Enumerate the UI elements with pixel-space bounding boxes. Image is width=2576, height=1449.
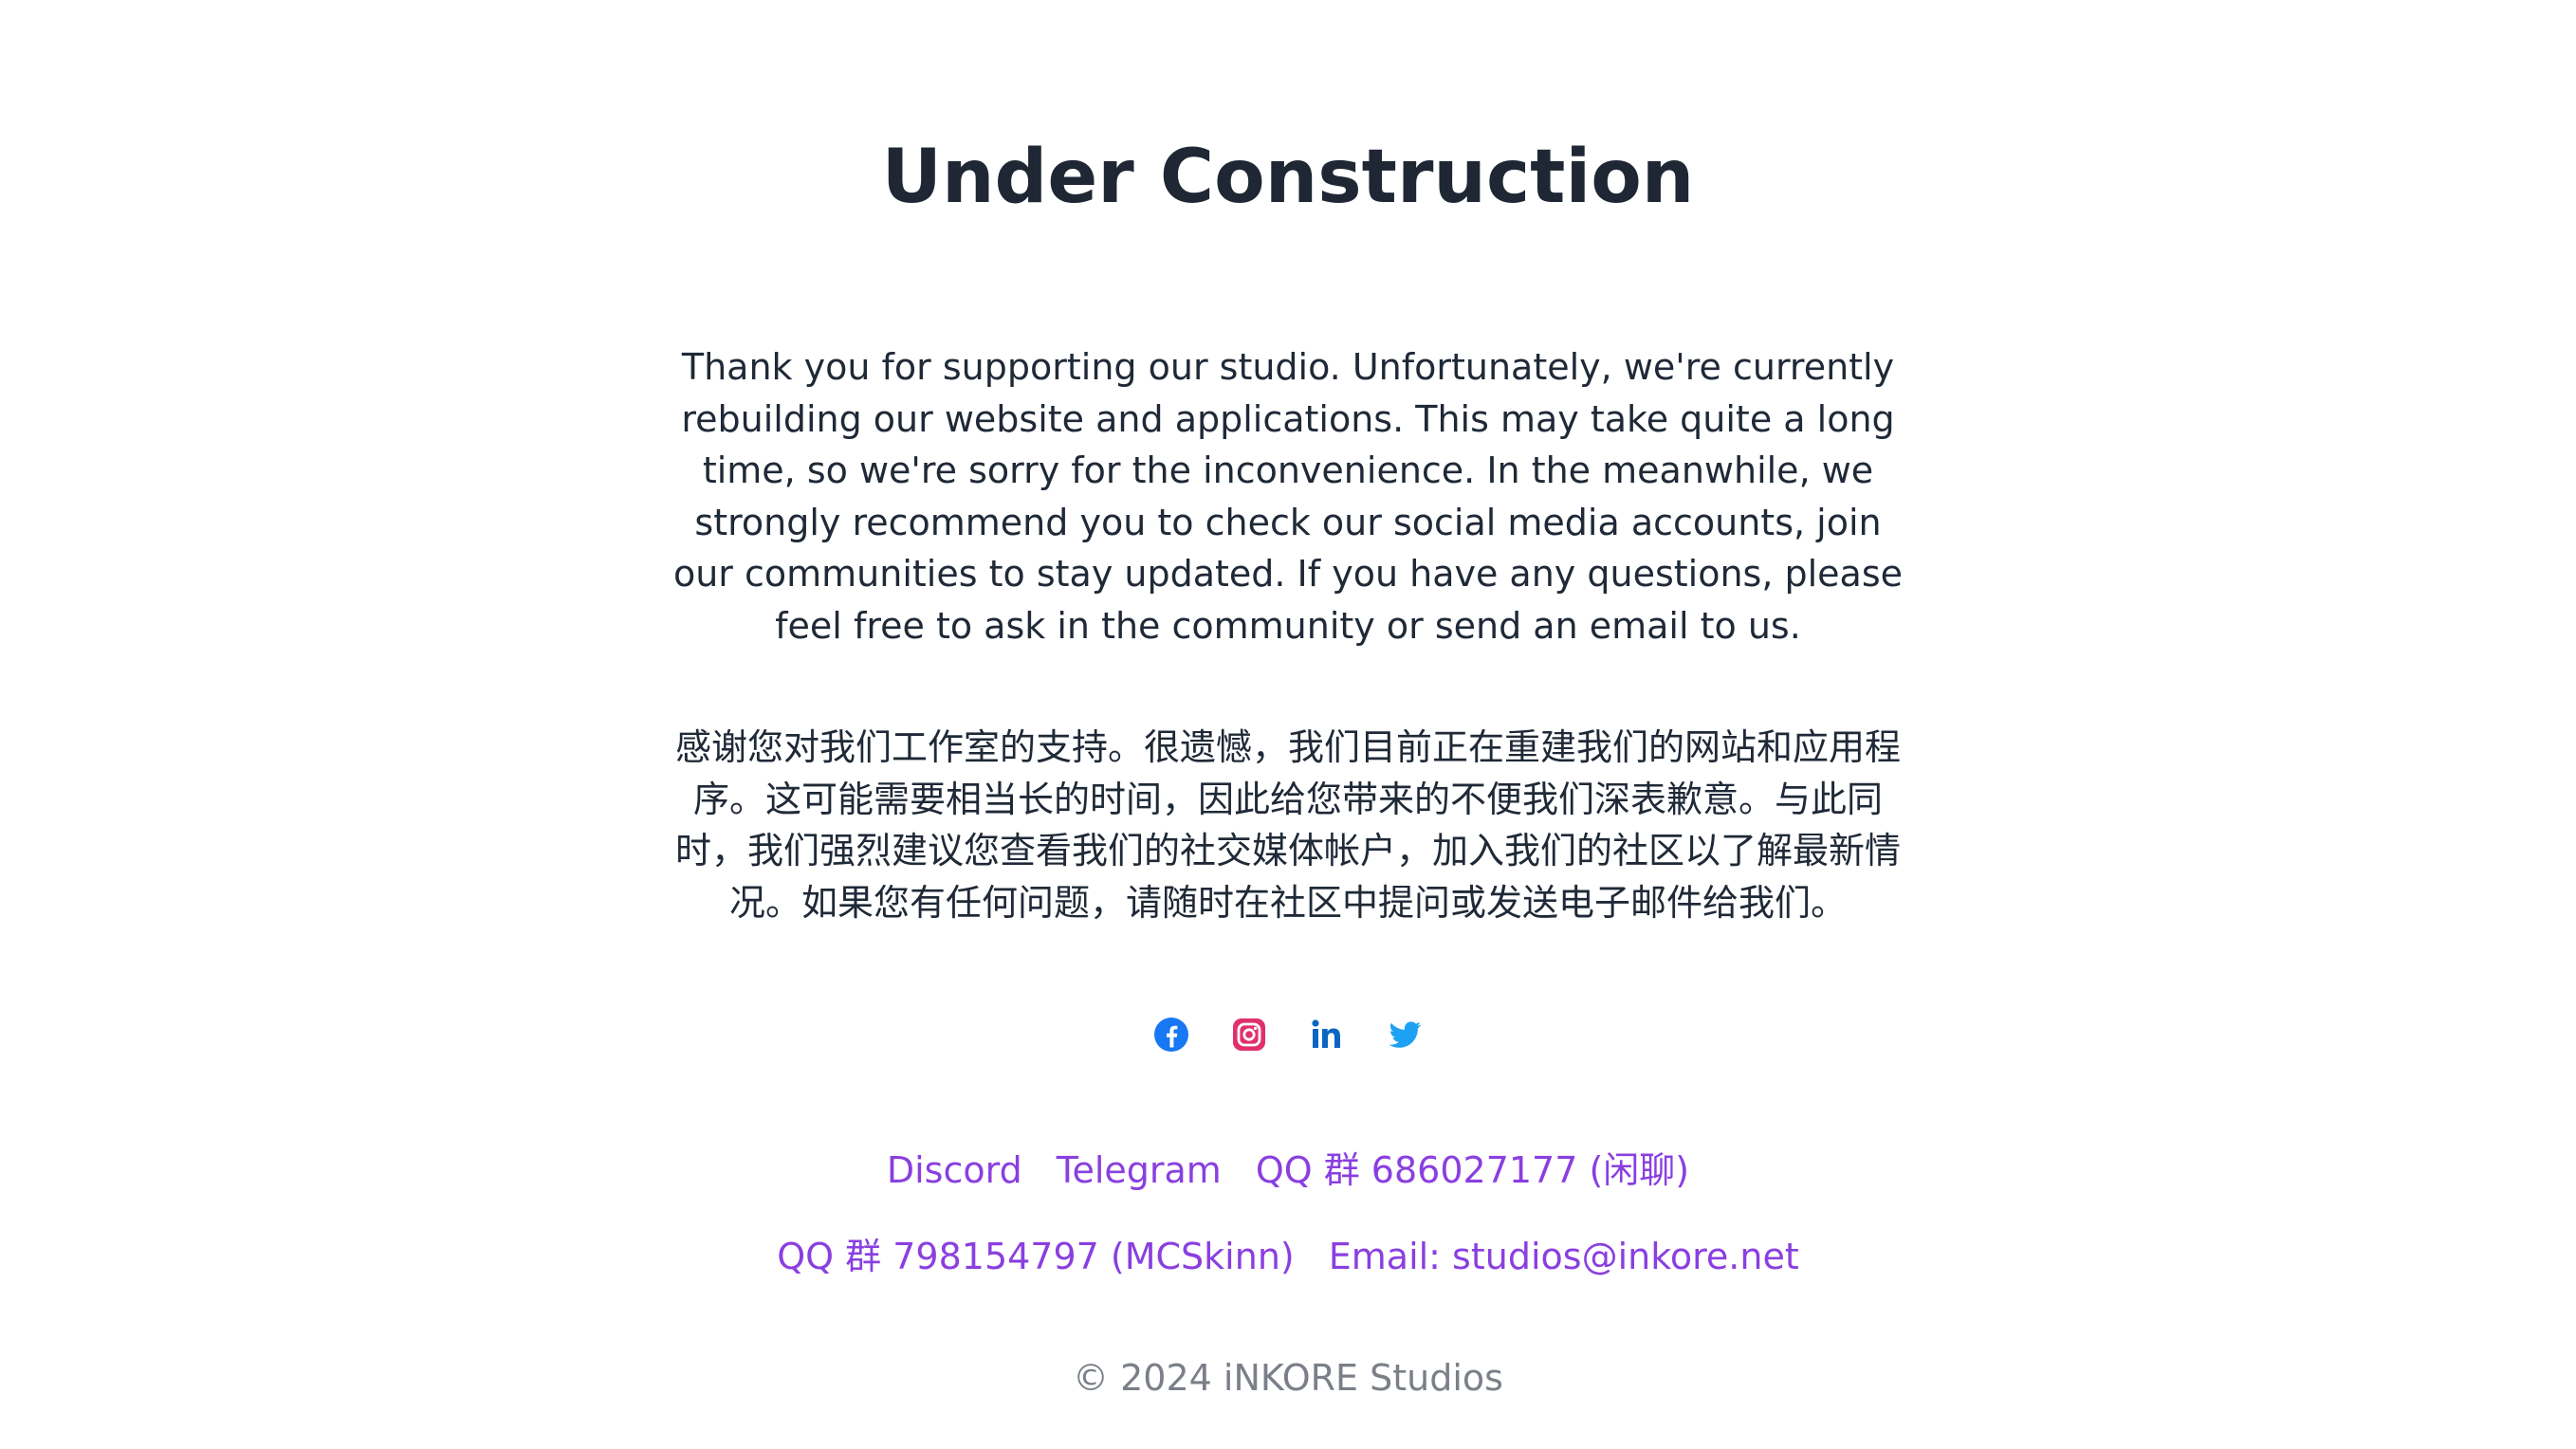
linkedin-icon <box>1312 1019 1340 1048</box>
discord-link[interactable]: Discord <box>887 1145 1022 1196</box>
email-link[interactable]: Email: studios@inkore.net <box>1329 1231 1799 1282</box>
under-construction-page: Under Construction Thank you for support… <box>0 0 2576 1449</box>
instagram-link[interactable] <box>1229 1015 1269 1055</box>
instagram-icon <box>1233 1018 1265 1051</box>
twitter-link[interactable] <box>1385 1015 1425 1055</box>
community-links-row-1: Discord Telegram QQ 群 686027177 (闲聊) <box>0 1145 2576 1196</box>
social-links <box>0 1015 2576 1062</box>
qq-group-mcskinn-link[interactable]: QQ 群 798154797 (MCSkinn) <box>777 1231 1294 1282</box>
linkedin-link[interactable] <box>1307 1015 1347 1055</box>
description-english: Thank you for supporting our studio. Unf… <box>672 346 1904 647</box>
facebook-icon <box>1154 1018 1188 1052</box>
copyright-footer: © 2024 iNKORE Studios <box>1073 1357 1503 1399</box>
qq-group-chat-link[interactable]: QQ 群 686027177 (闲聊) <box>1256 1145 1689 1196</box>
twitter-icon <box>1389 1021 1422 1048</box>
community-links-row-2: QQ 群 798154797 (MCSkinn) Email: studios@… <box>0 1231 2576 1282</box>
telegram-link[interactable]: Telegram <box>1057 1145 1222 1196</box>
page-title: Under Construction <box>881 135 1695 220</box>
facebook-link[interactable] <box>1151 1015 1191 1055</box>
description-chinese: 感谢您对我们工作室的支持。很遗憾，我们目前正在重建我们的网站和应用程序。这可能需… <box>674 726 1901 924</box>
